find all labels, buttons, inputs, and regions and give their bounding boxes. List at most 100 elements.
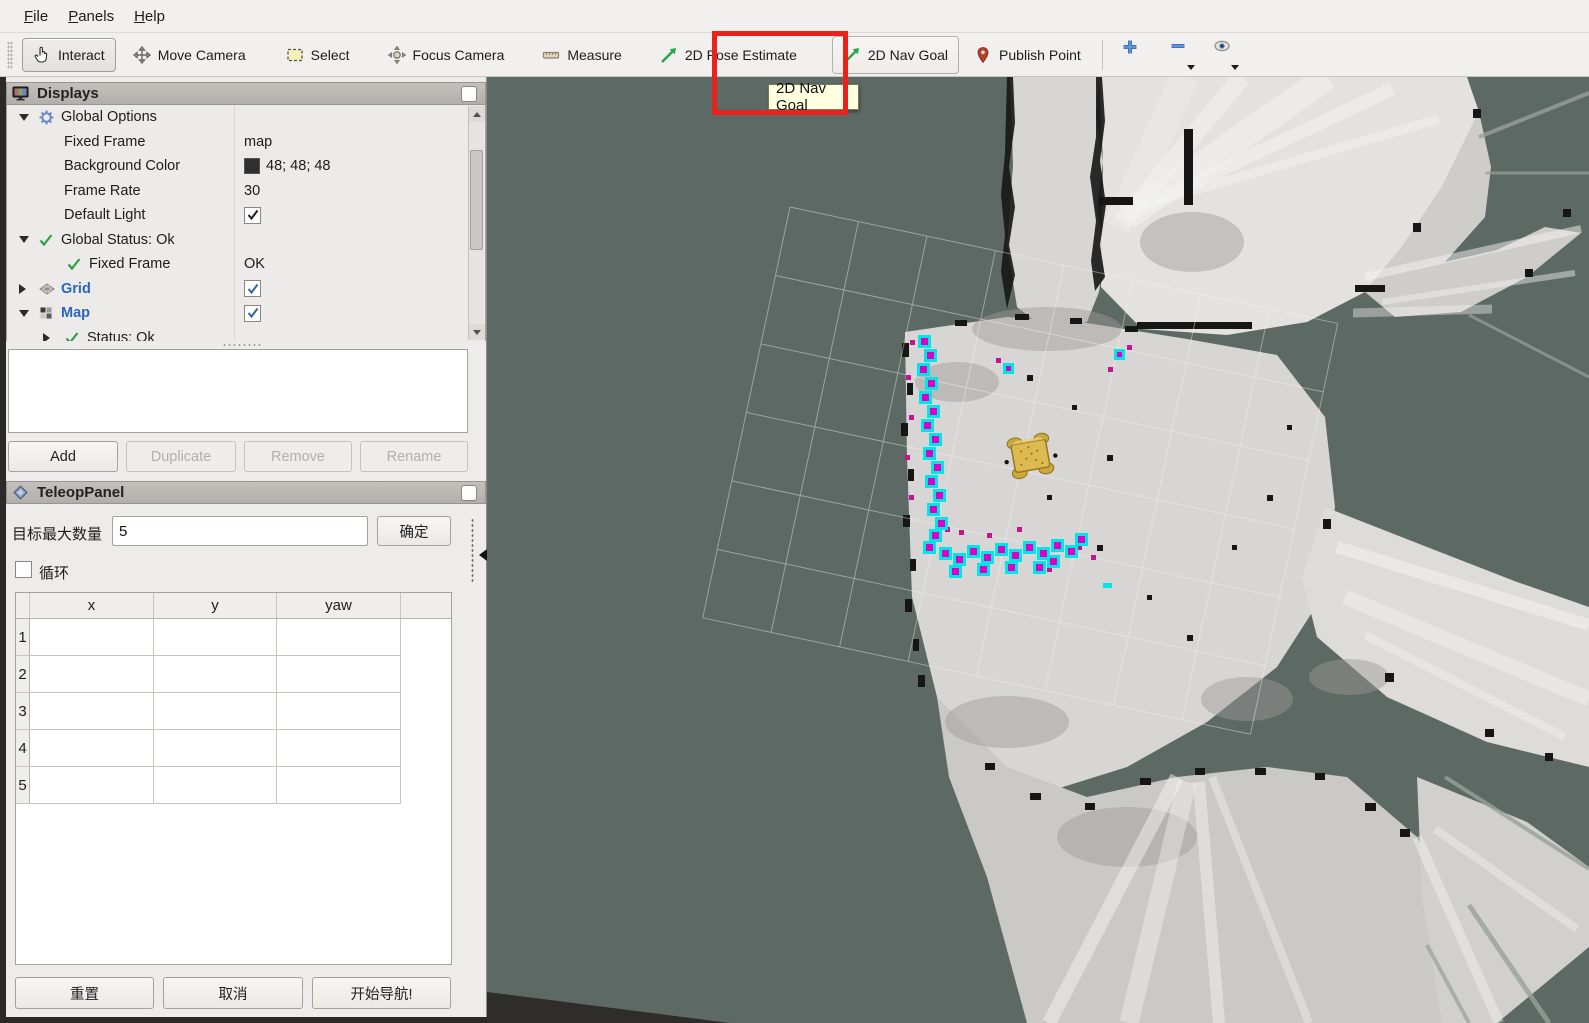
teleop-panel-titlebar[interactable]: TeleopPanel [6,481,486,504]
cell-x[interactable] [30,619,154,656]
expander-down-icon[interactable] [19,236,29,243]
cell-x[interactable] [30,693,154,730]
expander-right-icon[interactable] [19,284,26,294]
tree-label: Grid [61,281,91,297]
cell-y[interactable] [154,767,277,804]
row-header[interactable]: 3 [16,693,30,730]
chevron-down-icon[interactable] [1231,65,1239,70]
displays-tree[interactable]: Global Options Fixed Frame map Backgroun… [6,105,486,341]
cell-y[interactable] [154,619,277,656]
cell-y[interactable] [154,656,277,693]
focus-camera-tool-button[interactable]: Focus Camera [377,38,516,72]
remove-tool-button[interactable] [1161,38,1195,72]
cell-y[interactable] [154,693,277,730]
duplicate-display-button[interactable]: Duplicate [126,441,236,472]
chevron-down-icon[interactable] [1187,65,1195,70]
start-navigation-button[interactable]: 开始导航! [312,977,451,1009]
tree-row-status-fixed-frame[interactable]: Fixed Frame OK [7,252,485,277]
scrollbar-thumb[interactable] [470,150,483,250]
column-header-x[interactable]: x [30,593,154,618]
remove-display-button[interactable]: Remove [244,441,352,472]
toolbar-drag-handle[interactable] [7,41,13,69]
add-display-button[interactable]: Add [8,441,118,472]
table-row[interactable]: 3 [16,693,401,730]
grid-enabled-checkbox[interactable] [244,280,261,297]
panel-collapse-checkbox[interactable] [461,485,477,501]
row-header[interactable]: 1 [16,619,30,656]
table-row[interactable]: 5 [16,767,401,804]
goals-table-header: x y yaw [16,593,451,619]
menu-file[interactable]: File [14,4,58,29]
tree-row-global-options[interactable]: Global Options [7,105,485,130]
move-camera-tool-button[interactable]: Move Camera [122,38,257,72]
expander-down-icon[interactable] [19,310,29,317]
tree-row-default-light[interactable]: Default Light [7,203,485,228]
display-selection-list[interactable] [8,349,468,433]
confirm-button[interactable]: 确定 [377,516,451,546]
table-row[interactable]: 4 [16,730,401,767]
table-row[interactable]: 1 [16,619,401,656]
rviz-window: File Panels Help Interact Move Camera [0,0,1589,1023]
tree-row-background-color[interactable]: Background Color 48; 48; 48 [7,154,485,179]
fixed-frame-value[interactable]: map [244,134,272,150]
loop-checkbox[interactable] [15,561,32,578]
panel-collapse-checkbox[interactable] [461,86,477,102]
cell-y[interactable] [154,730,277,767]
row-header[interactable]: 2 [16,656,30,693]
color-text: 48; 48; 48 [266,158,331,174]
nav-goal-tool-button[interactable]: 2D Nav Goal [832,36,959,74]
cell-x[interactable] [30,656,154,693]
move-arrows-icon [133,46,151,64]
tree-row-grid[interactable]: Grid [7,277,485,302]
tree-label: Map [61,305,90,321]
cell-x[interactable] [30,767,154,804]
default-light-checkbox[interactable] [244,207,261,224]
displays-panel-titlebar[interactable]: Displays [6,82,486,105]
rename-display-button[interactable]: Rename [360,441,468,472]
frame-rate-value[interactable]: 30 [244,183,260,199]
cell-yaw[interactable] [277,656,401,693]
reset-button[interactable]: 重置 [15,977,154,1009]
scroll-up-button[interactable] [469,106,485,122]
tree-label: Status: Ok [87,330,155,341]
grid-display-icon [39,283,55,295]
cell-yaw[interactable] [277,693,401,730]
tree-row-fixed-frame[interactable]: Fixed Frame map [7,130,485,155]
background-color-value[interactable]: 48; 48; 48 [244,158,331,174]
render-viewport[interactable] [487,77,1589,1023]
expander-right-icon[interactable] [43,333,50,341]
tree-row-map-status[interactable]: Status: Ok [7,326,485,342]
interact-tool-button[interactable]: Interact [22,38,116,72]
table-row[interactable]: 2 [16,656,401,693]
add-tool-button[interactable] [1113,38,1147,72]
tool-visibility-button[interactable] [1205,38,1239,72]
tree-row-frame-rate[interactable]: Frame Rate 30 [7,179,485,204]
select-tool-button[interactable]: Select [275,38,361,72]
goals-table[interactable]: x y yaw 1 2 3 [15,592,452,965]
expander-down-icon[interactable] [19,114,29,121]
panel-splitter-handle[interactable] [222,343,262,347]
cell-x[interactable] [30,730,154,767]
scroll-down-button[interactable] [469,324,485,340]
tree-row-global-status[interactable]: Global Status: Ok [7,228,485,253]
max-goals-input[interactable] [112,516,368,546]
cell-yaw[interactable] [277,619,401,656]
cell-yaw[interactable] [277,730,401,767]
row-header[interactable]: 4 [16,730,30,767]
measure-tool-button[interactable]: Measure [531,38,632,72]
tree-label: Global Options [61,109,157,125]
menu-panels[interactable]: Panels [58,4,124,29]
splitter-collapse-arrow[interactable] [479,549,487,561]
cell-yaw[interactable] [277,767,401,804]
map-enabled-checkbox[interactable] [244,305,261,322]
tree-scrollbar[interactable] [468,106,484,340]
max-goals-label: 目标最大数量 [12,523,102,544]
cancel-button[interactable]: 取消 [163,977,303,1009]
column-header-y[interactable]: y [154,593,277,618]
tree-row-map[interactable]: Map [7,301,485,326]
row-header[interactable]: 5 [16,767,30,804]
column-header-yaw[interactable]: yaw [277,593,401,618]
publish-point-tool-button[interactable]: Publish Point [963,38,1092,72]
menu-help[interactable]: Help [124,4,175,29]
focus-camera-label: Focus Camera [413,47,505,63]
